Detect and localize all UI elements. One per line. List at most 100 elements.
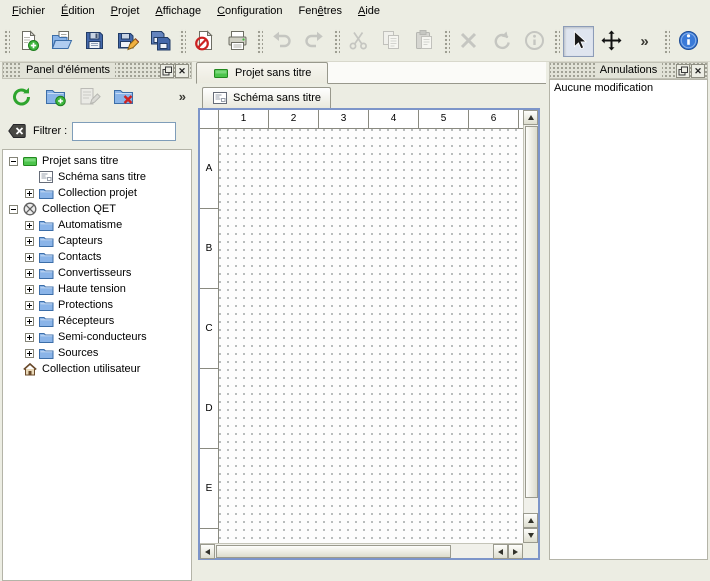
- toolbar-handle[interactable]: [179, 29, 186, 55]
- pan-mode-button[interactable]: [596, 26, 627, 57]
- redo-button[interactable]: [299, 26, 330, 57]
- toolbar-handle[interactable]: [663, 29, 670, 55]
- menu-fenetres[interactable]: Fenêtres: [291, 2, 350, 20]
- reload-collections-button[interactable]: [6, 83, 37, 113]
- toolbar-extension-button[interactable]: »: [629, 26, 660, 57]
- expand-plus-icon[interactable]: [22, 333, 37, 342]
- tree-item-collection-utilisateur[interactable]: Collection utilisateur: [3, 361, 191, 377]
- tree-item-protections[interactable]: Protections: [3, 297, 191, 313]
- menubar: FichierÉditionProjetAffichageConfigurati…: [0, 0, 710, 22]
- elements-panel-float-button[interactable]: [160, 64, 174, 78]
- select-mode-button[interactable]: [563, 26, 594, 57]
- tab-project[interactable]: Projet sans titre: [196, 62, 328, 84]
- horizontal-scrollbar[interactable]: [200, 543, 523, 558]
- panel-toolbar-extension[interactable]: »: [179, 89, 186, 104]
- toolbar-handle[interactable]: [553, 29, 560, 55]
- save-all-button[interactable]: [145, 26, 176, 57]
- scroll-right-button[interactable]: [508, 544, 523, 559]
- expand-plus-icon[interactable]: [22, 317, 37, 326]
- menu-edition[interactable]: Édition: [53, 2, 103, 20]
- print-button[interactable]: [222, 26, 253, 57]
- tree-item-label: Collection QET: [39, 203, 116, 215]
- tree-item-schema-sans-titre[interactable]: Schéma sans titre: [3, 169, 191, 185]
- tree-item-collection-qet[interactable]: Collection QET: [3, 201, 191, 217]
- save-all-icon: [149, 29, 172, 55]
- menu-affichage[interactable]: Affichage: [147, 2, 209, 20]
- edit-element-button[interactable]: [74, 83, 105, 113]
- print-icon: [226, 29, 249, 55]
- tree-item-semi-conducteurs[interactable]: Semi-conducteurs: [3, 329, 191, 345]
- expand-plus-icon[interactable]: [22, 269, 37, 278]
- tree-item-contacts[interactable]: Contacts: [3, 249, 191, 265]
- tree-item-collection-projet[interactable]: Collection projet: [3, 185, 191, 201]
- undo-list-item[interactable]: Aucune modification: [550, 80, 707, 96]
- menu-fichier[interactable]: Fichier: [4, 2, 53, 20]
- delete-button[interactable]: [453, 26, 484, 57]
- filter-input[interactable]: [72, 122, 176, 141]
- copy-button[interactable]: [376, 26, 407, 57]
- toolbar-handle[interactable]: [3, 29, 10, 55]
- folder-icon: [37, 345, 55, 361]
- element-infos-button[interactable]: [519, 26, 550, 57]
- expand-plus-icon[interactable]: [22, 189, 37, 198]
- tree-item-sources[interactable]: Sources: [3, 345, 191, 361]
- undo-panel-close-button[interactable]: ✕: [691, 64, 705, 78]
- scroll-down-button[interactable]: [523, 528, 538, 543]
- folder-icon: [37, 297, 55, 313]
- rotate-button[interactable]: [486, 26, 517, 57]
- menu-projet[interactable]: Projet: [103, 2, 148, 20]
- vertical-scrollbar[interactable]: [523, 110, 538, 543]
- scroll-up-button[interactable]: [523, 110, 538, 125]
- undo-panel-float-button[interactable]: [676, 64, 690, 78]
- menu-aide[interactable]: Aide: [350, 2, 388, 20]
- menu-configuration[interactable]: Configuration: [209, 2, 290, 20]
- element-new-icon: [44, 85, 67, 111]
- paste-button[interactable]: [409, 26, 440, 57]
- scroll-left-button[interactable]: [200, 544, 215, 559]
- undo-button[interactable]: [266, 26, 297, 57]
- undo-panel-titlebar[interactable]: Annulations ✕: [549, 62, 708, 79]
- tab-project-label: Projet sans titre: [235, 67, 311, 79]
- new-file-button[interactable]: [13, 26, 44, 57]
- tree-item-automatisme[interactable]: Automatisme: [3, 217, 191, 233]
- tree-item-capteurs[interactable]: Capteurs: [3, 233, 191, 249]
- save-button[interactable]: [79, 26, 110, 57]
- tab-diagram[interactable]: Schéma sans titre: [202, 87, 331, 108]
- tree-item-projet-sans-titre[interactable]: Projet sans titre: [3, 153, 191, 169]
- tree-item-haute-tension[interactable]: Haute tension: [3, 281, 191, 297]
- close-file-button[interactable]: [189, 26, 220, 57]
- about-button[interactable]: [673, 26, 704, 57]
- expand-plus-icon[interactable]: [22, 253, 37, 262]
- tree-item-label: Collection projet: [55, 187, 137, 199]
- element-delete-icon: [112, 85, 135, 111]
- toolbar-handle[interactable]: [333, 29, 340, 55]
- toolbar-handle[interactable]: [256, 29, 263, 55]
- elements-panel-titlebar[interactable]: Panel d'éléments ✕: [2, 62, 192, 79]
- arrow-down-icon: [528, 533, 534, 538]
- new-element-button[interactable]: [40, 83, 71, 113]
- delete-element-button[interactable]: [108, 83, 139, 113]
- cut-button[interactable]: [343, 26, 374, 57]
- expand-plus-icon[interactable]: [22, 237, 37, 246]
- arrow-left-icon: [498, 549, 503, 555]
- folder-icon: [37, 233, 55, 249]
- vertical-scroll-thumb[interactable]: [525, 126, 538, 498]
- open-file-button[interactable]: [46, 26, 77, 57]
- expand-plus-icon[interactable]: [22, 285, 37, 294]
- scroll-left-button-2[interactable]: [493, 544, 508, 559]
- scroll-up-button-2[interactable]: [523, 513, 538, 528]
- tree-item-recepteurs[interactable]: Récepteurs: [3, 313, 191, 329]
- column-label-3: 3: [319, 110, 369, 128]
- diagram-canvas[interactable]: [219, 129, 523, 543]
- collapse-minus-icon[interactable]: [6, 157, 21, 166]
- tree-item-convertisseurs[interactable]: Convertisseurs: [3, 265, 191, 281]
- expand-plus-icon[interactable]: [22, 349, 37, 358]
- horizontal-scroll-thumb[interactable]: [216, 545, 451, 558]
- save-as-button[interactable]: [112, 26, 143, 57]
- expand-plus-icon[interactable]: [22, 301, 37, 310]
- collapse-minus-icon[interactable]: [6, 205, 21, 214]
- expand-plus-icon[interactable]: [22, 221, 37, 230]
- clear-filter-button[interactable]: [6, 121, 28, 141]
- toolbar-handle[interactable]: [443, 29, 450, 55]
- elements-panel-close-button[interactable]: ✕: [175, 64, 189, 78]
